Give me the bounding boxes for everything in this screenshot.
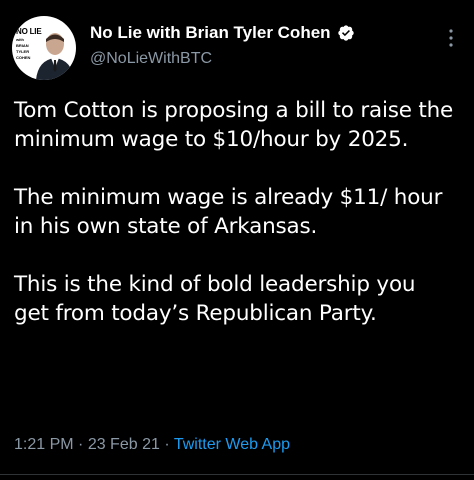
tweet-meta: 1:21 PM · 23 Feb 21 · Twitter Web App xyxy=(14,436,290,458)
tweet-paragraph: This is the kind of bold leadership you … xyxy=(14,272,416,326)
meta-separator: · xyxy=(73,436,88,453)
divider xyxy=(0,474,474,475)
avatar[interactable]: NO LIE with BRIAN TYLER COHEN xyxy=(12,16,76,80)
tweet-header: NO LIE with BRIAN TYLER COHEN No Lie wit… xyxy=(12,12,462,84)
tweet-paragraph: Tom Cotton is proposing a bill to raise … xyxy=(14,98,454,152)
tweet-source-link[interactable]: Twitter Web App xyxy=(174,436,290,453)
handle[interactable]: @NoLieWithBTC xyxy=(90,50,355,68)
display-name-row: No Lie with Brian Tyler Cohen xyxy=(90,22,355,44)
tweet-time[interactable]: 1:21 PM xyxy=(14,436,74,453)
more-vertical-icon[interactable] xyxy=(448,28,454,48)
avatar-portrait xyxy=(36,33,74,80)
meta-separator: · xyxy=(159,436,174,453)
verified-badge-icon xyxy=(337,25,354,41)
author-names[interactable]: No Lie with Brian Tyler Cohen @NoLieWith… xyxy=(90,22,355,68)
display-name[interactable]: No Lie with Brian Tyler Cohen xyxy=(90,23,331,43)
tweet-date[interactable]: 23 Feb 21 xyxy=(88,436,160,453)
tweet-card: NO LIE with BRIAN TYLER COHEN No Lie wit… xyxy=(0,0,474,480)
tweet-text: Tom Cotton is proposing a bill to raise … xyxy=(14,96,454,328)
tweet-paragraph: The minimum wage is already $11/ hour in… xyxy=(14,185,443,239)
